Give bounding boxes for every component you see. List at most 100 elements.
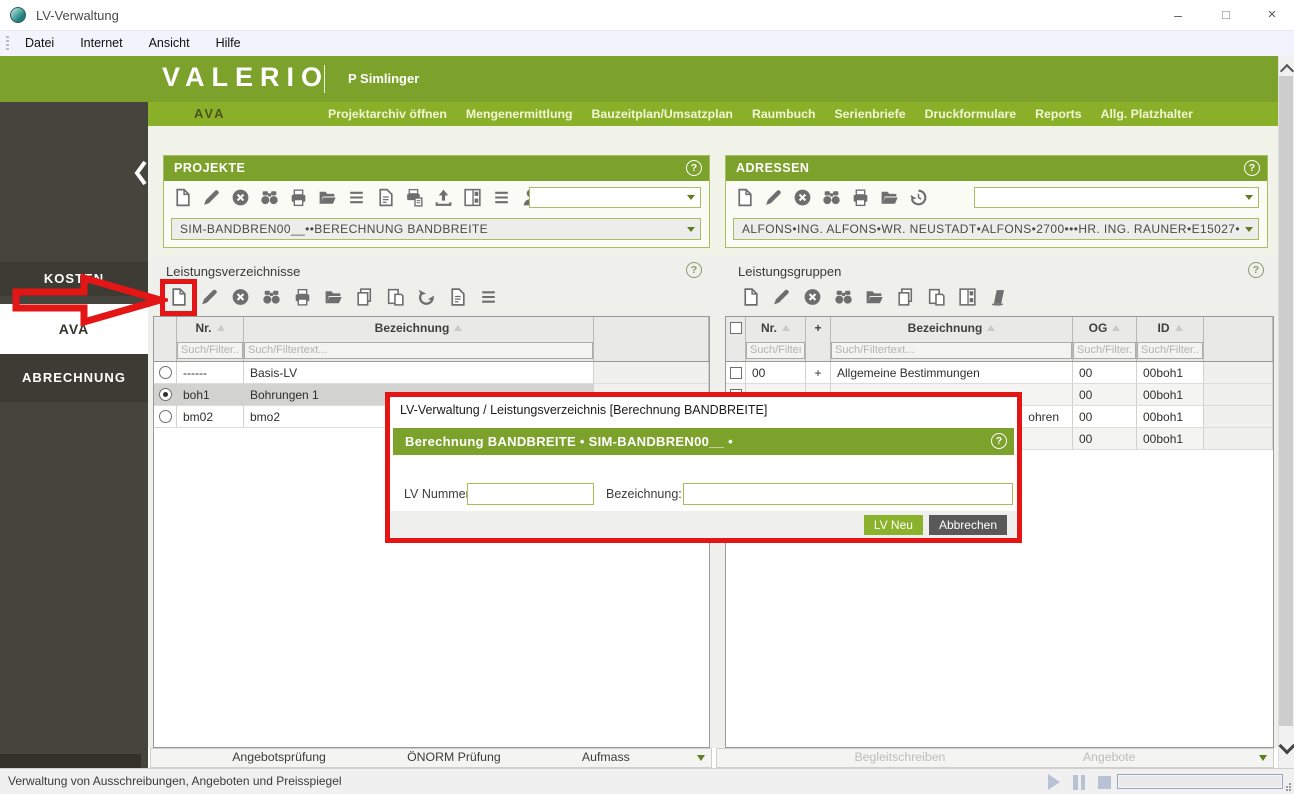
print-icon[interactable]: [292, 286, 313, 307]
bezeichnung-input[interactable]: [683, 483, 1013, 505]
sidebar-collapse-icon[interactable]: [134, 160, 148, 189]
refresh-icon[interactable]: [416, 286, 437, 307]
doc-icon[interactable]: [375, 187, 396, 208]
nav-item-allg-platzhalter[interactable]: Allg. Platzhalter: [1101, 107, 1193, 121]
tab-angebote[interactable]: Angebote: [1083, 750, 1136, 765]
nav-item-serienbriefe[interactable]: Serienbriefe: [834, 107, 905, 121]
search-icon[interactable]: [833, 286, 854, 307]
lg-table-row[interactable]: 00+Allgemeine Bestimmungen0000boh1: [726, 362, 1273, 384]
copy-icon[interactable]: [354, 286, 375, 307]
nav-item-reports[interactable]: Reports: [1035, 107, 1081, 121]
pencil-icon[interactable]: [771, 286, 792, 307]
row-checkbox[interactable]: [730, 367, 742, 379]
cols-icon[interactable]: [957, 286, 978, 307]
open-icon[interactable]: [323, 286, 344, 307]
page-icon[interactable]: [172, 187, 193, 208]
lv-header-nr[interactable]: Nr.: [177, 317, 244, 339]
help-icon[interactable]: ?: [1244, 160, 1260, 176]
chevron-down-icon[interactable]: [1245, 227, 1253, 232]
menu-item-hilfe[interactable]: Hilfe: [203, 30, 254, 56]
lg-header-id[interactable]: ID: [1137, 317, 1204, 339]
lg-header-nr[interactable]: Nr.: [746, 317, 806, 339]
projekte-filter-combobox[interactable]: [529, 187, 701, 208]
lv-filter-nr-input[interactable]: [177, 342, 243, 359]
tab-begleitschreiben[interactable]: Begleitschreiben: [854, 750, 945, 765]
menubar-drag-handle[interactable]: [6, 36, 9, 51]
open-icon[interactable]: [879, 187, 900, 208]
help-icon[interactable]: ?: [1248, 262, 1264, 278]
list-icon[interactable]: [478, 286, 499, 307]
lg-filter-nr-input[interactable]: [746, 342, 805, 359]
lv-filter-bez-input[interactable]: [244, 342, 593, 359]
tab-önorm-prüfung[interactable]: ÖNORM Prüfung: [407, 750, 501, 765]
nav-item-bauzeitplan-umsatzplan[interactable]: Bauzeitplan/Umsatzplan: [591, 107, 732, 121]
sidebar-item-abrechnung[interactable]: ABRECHNUNG: [0, 354, 148, 402]
lg-filter-bez-input[interactable]: [831, 342, 1072, 359]
nav-item-druckformulare[interactable]: Druckformulare: [925, 107, 1017, 121]
print-icon[interactable]: [850, 187, 871, 208]
adressen-address-selector[interactable]: ALFONS•ING. ALFONS•WR. NEUSTADT•ALFONS•2…: [733, 218, 1259, 240]
copy-icon[interactable]: [895, 286, 916, 307]
pause-icon[interactable]: [1073, 775, 1085, 790]
paste-icon[interactable]: [385, 286, 406, 307]
adressen-filter-combobox[interactable]: [974, 187, 1259, 208]
minimize-button[interactable]: –: [1156, 0, 1200, 30]
history-icon[interactable]: [908, 187, 929, 208]
projekte-project-selector[interactable]: SIM-BANDBREN00__••BERECHNUNG BANDBREITE: [171, 218, 701, 240]
nav-item-mengenermittlung[interactable]: Mengenermittlung: [466, 107, 573, 121]
pencil-icon[interactable]: [763, 187, 784, 208]
page-icon[interactable]: [734, 187, 755, 208]
chevron-down-icon[interactable]: [1245, 195, 1253, 200]
tab-angebotsprüfung[interactable]: Angebotsprüfung: [232, 750, 326, 765]
lg-row-expand[interactable]: +: [806, 362, 831, 384]
open-icon[interactable]: [317, 187, 338, 208]
page-icon[interactable]: [740, 286, 761, 307]
chevron-down-icon[interactable]: [687, 227, 695, 232]
resize-grip[interactable]: [1289, 789, 1291, 791]
tab-aufmass[interactable]: Aufmass: [582, 750, 630, 765]
delete-icon[interactable]: [792, 187, 813, 208]
radio-unchecked[interactable]: [159, 366, 172, 379]
delete-icon[interactable]: [230, 187, 251, 208]
chevron-down-icon[interactable]: [1259, 755, 1267, 761]
play-icon[interactable]: [1048, 774, 1060, 790]
doc-icon[interactable]: [447, 286, 468, 307]
stop-icon[interactable]: [1098, 776, 1111, 789]
book-icon[interactable]: [988, 286, 1009, 307]
delete-icon[interactable]: [230, 286, 251, 307]
resize-grip[interactable]: [1286, 789, 1288, 791]
chevron-down-icon[interactable]: [687, 195, 695, 200]
resize-grip[interactable]: [1289, 786, 1291, 788]
abbrechen-button[interactable]: Abbrechen: [929, 515, 1007, 535]
delete-icon[interactable]: [802, 286, 823, 307]
search-icon[interactable]: [261, 286, 282, 307]
menu-item-datei[interactable]: Datei: [12, 30, 67, 56]
search-icon[interactable]: [821, 187, 842, 208]
cols-icon[interactable]: [462, 187, 483, 208]
nav-item-ava-active[interactable]: AVA: [194, 102, 226, 126]
print-icon[interactable]: [288, 187, 309, 208]
paste-icon[interactable]: [926, 286, 947, 307]
printdoc-icon[interactable]: [404, 187, 425, 208]
select-all-checkbox[interactable]: [730, 322, 742, 334]
nav-item-raumbuch[interactable]: Raumbuch: [752, 107, 816, 121]
radio-checked[interactable]: [159, 388, 172, 401]
chevron-down-icon[interactable]: [697, 755, 705, 761]
lv-header-bezeichnung[interactable]: Bezeichnung: [244, 317, 594, 339]
pencil-icon[interactable]: [199, 286, 220, 307]
menu-item-ansicht[interactable]: Ansicht: [136, 30, 203, 56]
open-icon[interactable]: [864, 286, 885, 307]
help-icon[interactable]: ?: [686, 160, 702, 176]
lg-header-bezeichnung[interactable]: Bezeichnung: [831, 317, 1073, 339]
upload-icon[interactable]: [433, 187, 454, 208]
lv-neu-button[interactable]: LV Neu: [864, 515, 923, 535]
close-button[interactable]: ×: [1250, 0, 1294, 30]
help-icon[interactable]: ?: [991, 433, 1007, 449]
menu-item-internet[interactable]: Internet: [67, 30, 135, 56]
help-icon[interactable]: ?: [686, 262, 702, 278]
scrollbar-thumb[interactable]: [1279, 76, 1293, 726]
list-icon[interactable]: [491, 187, 512, 208]
lv-table-row[interactable]: ------Basis-LV: [154, 362, 709, 384]
lg-header-plus[interactable]: +: [806, 317, 831, 339]
lv-nummer-input[interactable]: [467, 483, 594, 505]
